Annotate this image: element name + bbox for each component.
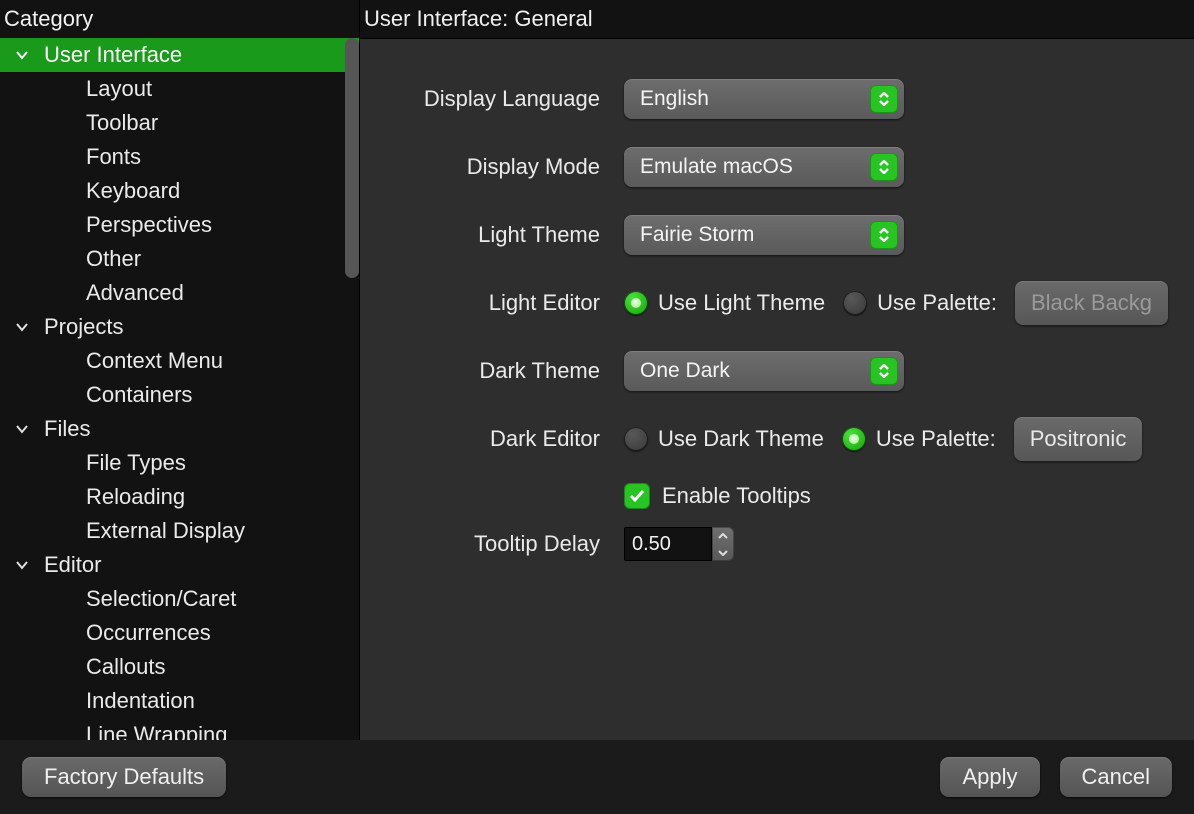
- label-dark-editor: Dark Editor: [378, 426, 600, 452]
- tree-group[interactable]: Editor: [0, 548, 359, 582]
- tree-item[interactable]: Advanced: [0, 276, 359, 310]
- tree-group-label: Editor: [36, 552, 101, 578]
- select-display-language[interactable]: English: [624, 79, 904, 119]
- radio-light-use-palette-label: Use Palette:: [877, 290, 997, 316]
- sidebar: Category User Interface Layout Toolbar Font…: [0, 0, 360, 740]
- tree-item-label: Other: [86, 246, 141, 272]
- radio-dark-use-palette-label: Use Palette:: [876, 426, 996, 452]
- tree-item-label: Reloading: [86, 484, 185, 510]
- tree-item-label: Fonts: [86, 144, 141, 170]
- tree-item[interactable]: Line Wrapping: [0, 718, 359, 740]
- tree-item[interactable]: Keyboard: [0, 174, 359, 208]
- tooltip-delay-step-down[interactable]: [712, 544, 734, 561]
- radio-dark-use-palette[interactable]: Use Palette:: [842, 426, 996, 452]
- tree-item-label: Containers: [86, 382, 192, 408]
- radio-light-use-theme[interactable]: Use Light Theme: [624, 290, 825, 316]
- label-light-theme: Light Theme: [378, 222, 600, 248]
- tree-item[interactable]: Other: [0, 242, 359, 276]
- stepper-icon: [870, 221, 898, 249]
- select-light-theme[interactable]: Fairie Storm: [624, 215, 904, 255]
- tree-group-label: Projects: [36, 314, 123, 340]
- checkbox-enable-tooltips[interactable]: Enable Tooltips: [624, 483, 811, 509]
- factory-defaults-button[interactable]: Factory Defaults: [22, 757, 226, 797]
- select-display-mode-value: Emulate macOS: [640, 155, 793, 179]
- tree-item[interactable]: External Display: [0, 514, 359, 548]
- tree-item-label: Keyboard: [86, 178, 180, 204]
- tree-item[interactable]: Callouts: [0, 650, 359, 684]
- tooltip-delay-step-up[interactable]: [712, 527, 734, 544]
- tree-item-label: Indentation: [86, 688, 195, 714]
- tree-item-label: Callouts: [86, 654, 165, 680]
- content-title: User Interface: General: [360, 0, 1194, 39]
- tree-item[interactable]: Indentation: [0, 684, 359, 718]
- select-light-theme-value: Fairie Storm: [640, 223, 754, 247]
- tree-item-label: Advanced: [86, 280, 184, 306]
- tree-item-label: Perspectives: [86, 212, 212, 238]
- tree-group-label: Files: [36, 416, 90, 442]
- button-light-palette[interactable]: Black Backg: [1015, 281, 1168, 325]
- tooltip-delay-input[interactable]: [624, 527, 712, 561]
- chevron-down-icon: [8, 422, 36, 436]
- radio-dark-use-theme-label: Use Dark Theme: [658, 426, 824, 452]
- tree-item[interactable]: Context Menu: [0, 344, 359, 378]
- tree-item[interactable]: Occurrences: [0, 616, 359, 650]
- stepper-icon: [870, 153, 898, 181]
- cancel-button[interactable]: Cancel: [1060, 757, 1172, 797]
- radio-light-use-theme-label: Use Light Theme: [658, 290, 825, 316]
- sidebar-header: Category: [0, 0, 359, 38]
- tree-item-label: External Display: [86, 518, 245, 544]
- select-display-language-value: English: [640, 87, 709, 111]
- tree-item[interactable]: Perspectives: [0, 208, 359, 242]
- tree-item[interactable]: Containers: [0, 378, 359, 412]
- tree-item[interactable]: Fonts: [0, 140, 359, 174]
- tree-item[interactable]: Toolbar: [0, 106, 359, 140]
- chevron-down-icon: [8, 320, 36, 334]
- button-dark-palette[interactable]: Positronic: [1014, 417, 1143, 461]
- label-display-mode: Display Mode: [378, 154, 600, 180]
- radio-dark-use-theme[interactable]: Use Dark Theme: [624, 426, 824, 452]
- tree-item[interactable]: File Types: [0, 446, 359, 480]
- tree-item-label: Toolbar: [86, 110, 158, 136]
- label-tooltip-delay: Tooltip Delay: [378, 531, 600, 557]
- stepper-icon: [870, 357, 898, 385]
- tooltip-delay-field: [624, 527, 734, 561]
- select-display-mode[interactable]: Emulate macOS: [624, 147, 904, 187]
- select-dark-theme-value: One Dark: [640, 359, 730, 383]
- tree-item-label: File Types: [86, 450, 186, 476]
- tree-item-label: Occurrences: [86, 620, 211, 646]
- tree-group[interactable]: Projects: [0, 310, 359, 344]
- check-icon: [624, 483, 650, 509]
- tree-item[interactable]: Selection/Caret: [0, 582, 359, 616]
- sidebar-scrollbar-thumb[interactable]: [345, 38, 359, 278]
- tree-item-label: Selection/Caret: [86, 586, 236, 612]
- stepper-icon: [870, 85, 898, 113]
- select-dark-theme[interactable]: One Dark: [624, 351, 904, 391]
- chevron-down-icon: [8, 558, 36, 572]
- checkbox-enable-tooltips-label: Enable Tooltips: [662, 483, 811, 509]
- tree-group[interactable]: Files: [0, 412, 359, 446]
- label-display-language: Display Language: [378, 86, 600, 112]
- tree-item-label: Line Wrapping: [86, 722, 227, 740]
- tree-group-label: User Interface: [36, 42, 182, 68]
- footer: Factory Defaults Apply Cancel: [0, 740, 1194, 814]
- tree-item-label: Context Menu: [86, 348, 223, 374]
- tree-item-label: Layout: [86, 76, 152, 102]
- button-light-palette-label: Black Backg: [1031, 290, 1152, 316]
- chevron-down-icon: [8, 48, 36, 62]
- label-dark-theme: Dark Theme: [378, 358, 600, 384]
- content-pane: User Interface: General Display Language…: [360, 0, 1194, 740]
- apply-button[interactable]: Apply: [940, 757, 1039, 797]
- tree-item[interactable]: Layout: [0, 72, 359, 106]
- tree-group[interactable]: User Interface: [0, 38, 359, 72]
- label-light-editor: Light Editor: [378, 290, 600, 316]
- radio-light-use-palette[interactable]: Use Palette:: [843, 290, 997, 316]
- button-dark-palette-label: Positronic: [1030, 426, 1127, 452]
- tree-item[interactable]: Reloading: [0, 480, 359, 514]
